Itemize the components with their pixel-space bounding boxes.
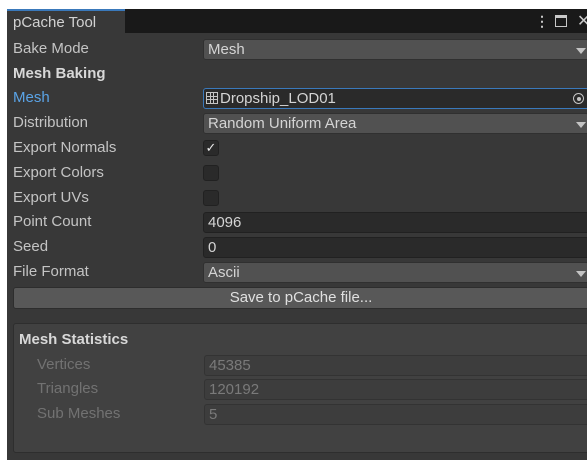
export-normals-label: Export Normals xyxy=(13,139,117,156)
maximize-icon[interactable] xyxy=(555,15,567,27)
point-count-input[interactable]: 4096 xyxy=(203,212,587,233)
point-count-row: Point Count 4096 xyxy=(7,210,587,234)
distribution-dropdown[interactable]: Random Uniform Area xyxy=(203,113,587,134)
close-icon[interactable]: ✕ xyxy=(577,11,587,31)
triangles-row: Triangles 120192 xyxy=(14,377,587,401)
triangles-field: 120192 xyxy=(204,379,587,400)
distribution-row: Distribution Random Uniform Area xyxy=(7,111,587,135)
export-normals-checkbox[interactable]: ✓ xyxy=(203,140,219,156)
export-uvs-row: Export UVs xyxy=(7,186,587,210)
mesh-statistics-header: Mesh Statistics xyxy=(19,331,129,348)
sub-meshes-field: 5 xyxy=(204,404,587,425)
seed-input[interactable]: 0 xyxy=(203,237,587,258)
bake-mode-dropdown[interactable]: Mesh xyxy=(203,39,587,60)
bake-mode-label: Bake Mode xyxy=(13,40,89,57)
title-bar: pCache Tool ⋮ ✕ xyxy=(7,9,587,33)
export-colors-checkbox[interactable] xyxy=(203,165,219,181)
mesh-baking-header: Mesh Baking xyxy=(13,65,106,82)
pcache-tool-window: pCache Tool ⋮ ✕ Bake Mode Mesh Mesh Baki… xyxy=(7,9,587,460)
vertices-row: Vertices 45385 xyxy=(14,353,587,377)
point-count-label: Point Count xyxy=(13,213,92,230)
tab-pcache-tool[interactable]: pCache Tool xyxy=(7,9,125,33)
export-colors-label: Export Colors xyxy=(13,164,104,181)
dropdown-arrow-icon xyxy=(576,48,586,54)
triangles-label: Triangles xyxy=(37,380,99,397)
seed-row: Seed 0 xyxy=(7,235,587,259)
seed-label: Seed xyxy=(13,238,49,255)
more-options-icon[interactable]: ⋮ xyxy=(535,13,549,30)
export-uvs-label: Export UVs xyxy=(13,189,89,206)
mesh-statistics-box: Mesh Statistics Vertices 45385 Triangles… xyxy=(13,323,587,453)
export-uvs-checkbox[interactable] xyxy=(203,190,219,206)
sub-meshes-row: Sub Meshes 5 xyxy=(14,402,587,426)
vertices-field: 45385 xyxy=(204,355,587,376)
mesh-value: Dropship_LOD01 xyxy=(220,90,336,107)
mesh-icon xyxy=(206,92,218,104)
export-colors-row: Export Colors xyxy=(7,161,587,185)
vertices-label: Vertices xyxy=(37,356,91,373)
window-controls: ⋮ ✕ xyxy=(535,9,587,33)
mesh-statistics-header-row: Mesh Statistics xyxy=(14,328,587,352)
dropdown-arrow-icon xyxy=(576,271,586,277)
bake-mode-row: Bake Mode Mesh xyxy=(7,37,587,61)
export-normals-row: Export Normals ✓ xyxy=(7,136,587,160)
object-picker-icon[interactable] xyxy=(573,93,584,104)
bake-mode-value: Mesh xyxy=(208,41,245,58)
file-format-value: Ascii xyxy=(208,264,240,281)
sub-meshes-label: Sub Meshes xyxy=(37,405,121,422)
distribution-label: Distribution xyxy=(13,114,89,131)
file-format-dropdown[interactable]: Ascii xyxy=(203,262,587,283)
dropdown-arrow-icon xyxy=(576,122,586,128)
save-to-pcache-button[interactable]: Save to pCache file... xyxy=(13,287,587,309)
mesh-row: Mesh Dropship_LOD01 xyxy=(7,86,587,110)
distribution-value: Random Uniform Area xyxy=(208,115,357,132)
mesh-baking-section: Mesh Baking xyxy=(7,62,587,86)
file-format-row: File Format Ascii xyxy=(7,260,587,284)
mesh-label: Mesh xyxy=(13,89,50,106)
file-format-label: File Format xyxy=(13,263,89,280)
mesh-object-field[interactable]: Dropship_LOD01 xyxy=(203,88,587,109)
